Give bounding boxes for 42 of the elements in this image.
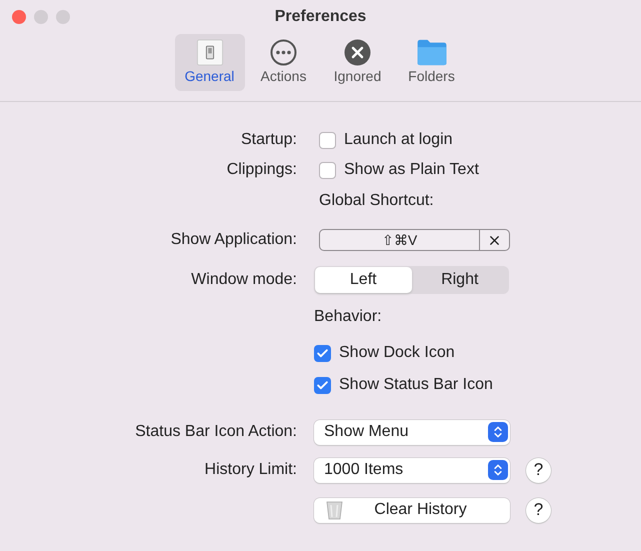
segment-button[interactable]: Right [412,267,508,293]
field-label: Show Application: [170,230,297,250]
checkbox-label: Show as Plain Text [344,160,479,180]
help-button[interactable]: ? [526,458,551,482]
field-label: Clippings: [226,160,297,180]
close-icon [344,39,371,66]
section-heading: Behavior: [313,307,382,327]
field-label: Status Bar Icon Action: [135,422,297,442]
checkbox[interactable] [319,132,336,148]
dropdown[interactable]: Show Menu [314,420,510,444]
clear-history-button[interactable]: Clear History [314,498,510,522]
check-icon [316,378,329,392]
toolbar-tab[interactable]: General [174,34,244,91]
checkbox-label: Show Dock Icon [339,343,455,363]
minimize-window-button[interactable] [34,10,48,24]
segment-button[interactable]: Left [315,267,412,293]
toolbar-tab[interactable]: Ignored [322,34,392,91]
shortcut-value: ⇧⌘V [382,230,418,250]
field-label: Window mode: [191,270,297,290]
switch-icon [194,39,224,66]
dropdown[interactable]: 1000 Items [314,458,510,482]
toolbar-tab[interactable]: Folders [396,34,466,91]
zoom-window-button[interactable] [56,10,70,24]
stepper-icon [488,422,508,442]
checkbox-label: Show Status Bar Icon [339,375,493,395]
help-button[interactable]: ? [526,498,551,522]
field-label: History Limit: [204,460,297,480]
section-heading: Global Shortcut: [318,191,434,211]
folder-icon [414,39,448,66]
field-label: Startup: [240,130,297,150]
window-title: Preferences [274,7,366,27]
stepper-icon [488,460,508,480]
shortcut-field[interactable]: ⇧⌘V [319,229,510,251]
checkbox-label: Launch at login [344,130,453,150]
checkbox[interactable] [319,162,336,178]
close-window-button[interactable] [12,10,26,24]
ellipsis-icon [270,39,297,66]
checkbox[interactable] [314,344,331,362]
checkbox[interactable] [314,376,331,394]
check-icon [316,346,329,360]
toolbar-tab[interactable]: Actions [248,34,318,91]
trash-icon [326,500,343,520]
